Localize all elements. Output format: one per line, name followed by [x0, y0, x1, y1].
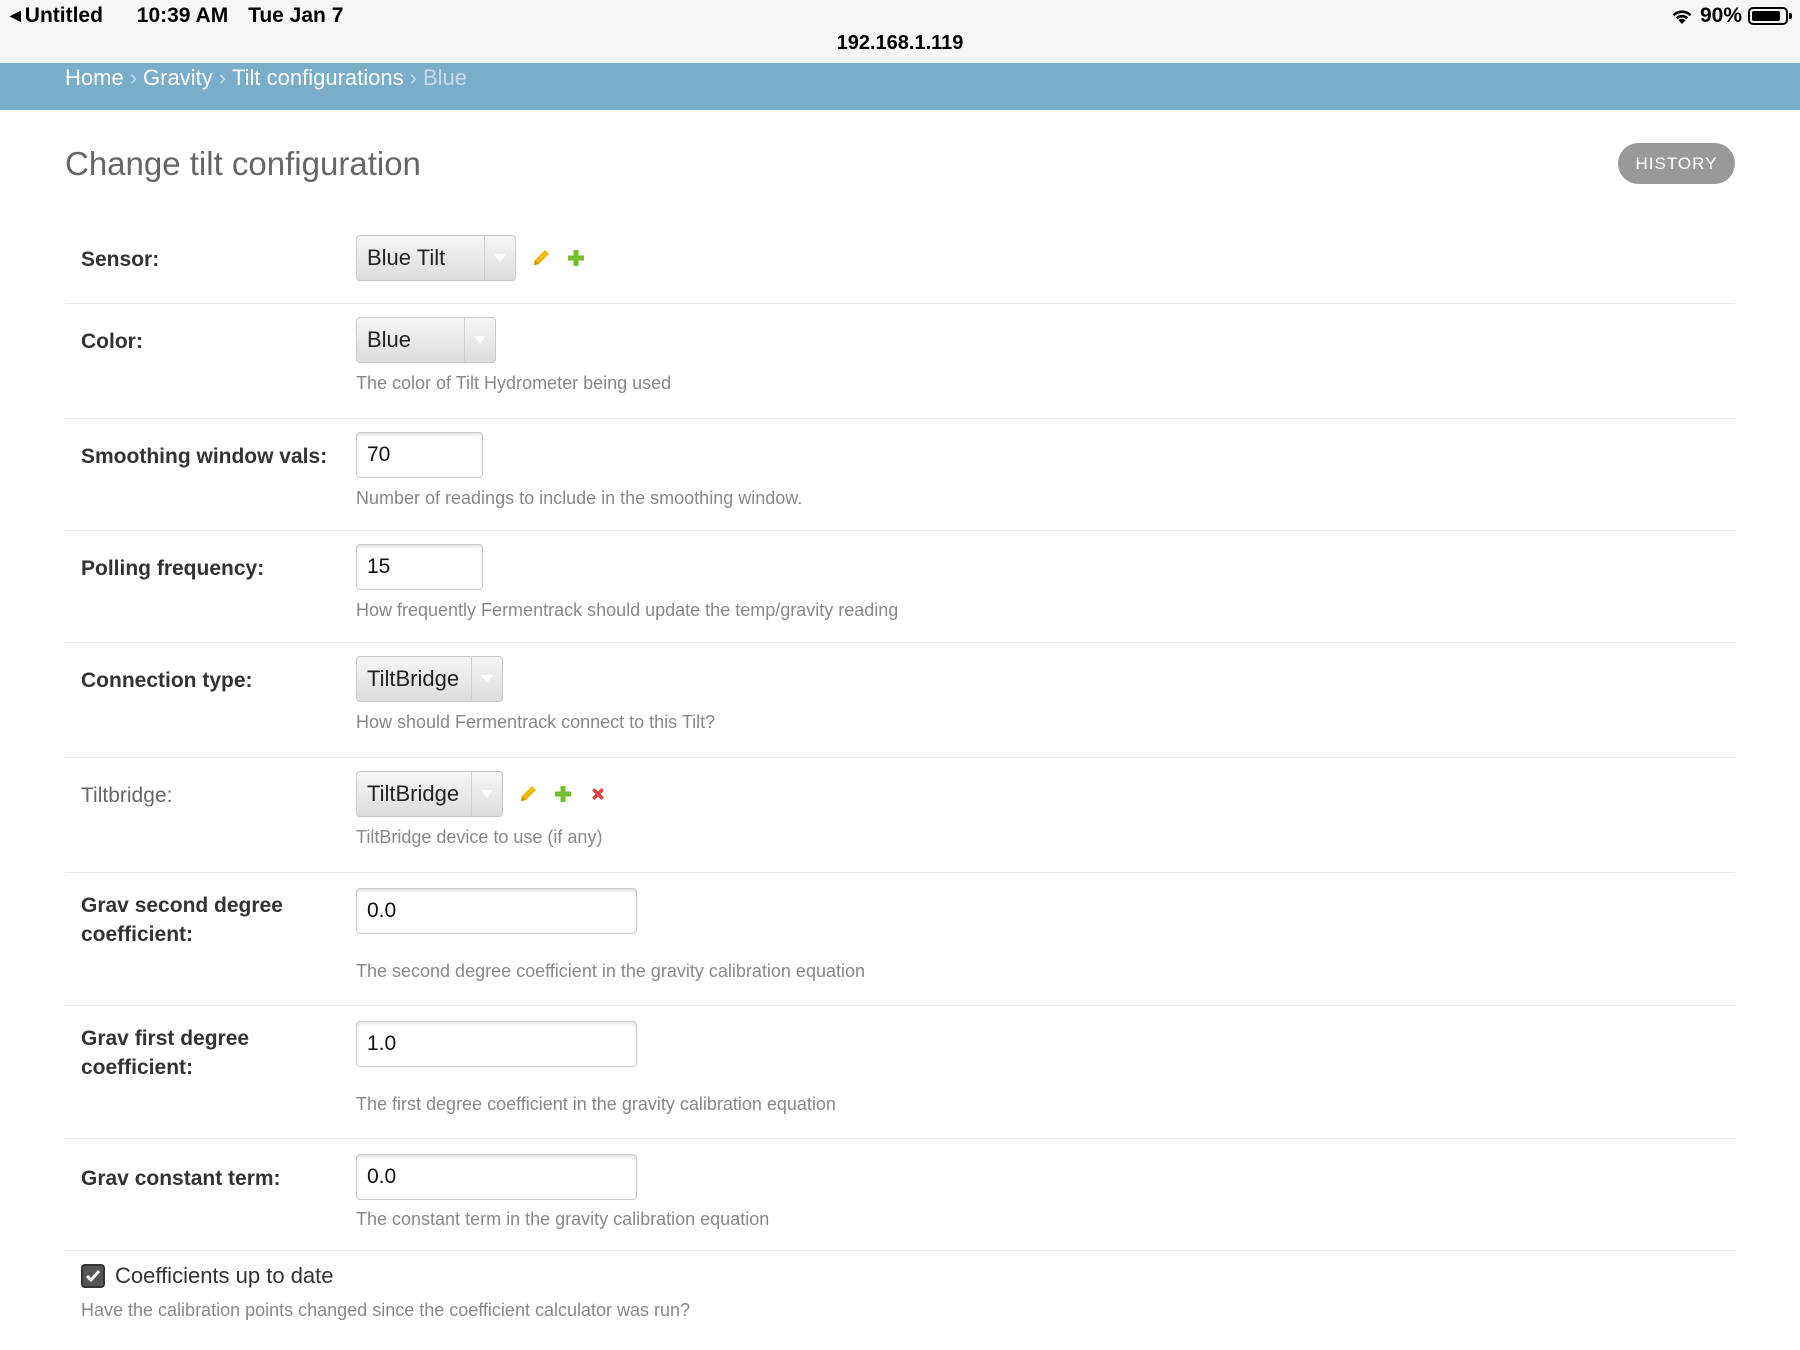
- color-field: Blue The color of Tilt Hydrometer being …: [356, 317, 671, 394]
- checkmark-icon: [85, 1270, 101, 1283]
- status-time: 10:39 AM: [136, 4, 229, 27]
- chevron-down-icon: [481, 675, 493, 683]
- tiltbridge-field: TiltBridge TiltBridge device to use (if …: [356, 771, 617, 848]
- plus-icon[interactable]: [565, 247, 587, 269]
- polling-field: 15 How frequently Fermentrack should upd…: [356, 544, 898, 621]
- history-button[interactable]: HISTORY: [1618, 143, 1735, 184]
- grav-second-label: Grav second degree coefficient:: [81, 891, 283, 949]
- back-app-label: Untitled: [24, 4, 103, 27]
- grav-second-field: 0.0 The second degree coefficient in the…: [356, 888, 865, 982]
- tiltbridge-help: TiltBridge device to use (if any): [356, 827, 603, 847]
- grav-constant-help: The constant term in the gravity calibra…: [356, 1209, 770, 1229]
- chevron-down-icon: [474, 336, 486, 344]
- sensor-actions: [530, 247, 595, 269]
- grav-second-help: The second degree coefficient in the gra…: [356, 961, 865, 981]
- tiltbridge-actions: [517, 783, 617, 805]
- sensor-field: Blue Tilt: [356, 235, 595, 281]
- connection-type-select-value: TiltBridge: [367, 666, 460, 691]
- sensor-select[interactable]: Blue Tilt: [356, 235, 516, 281]
- dropdown-box: [471, 657, 502, 701]
- form-row-smoothing: Smoothing window vals: 70 Number of read…: [65, 419, 1735, 531]
- grav-second-label-line2: coefficient:: [81, 923, 194, 946]
- smoothing-input[interactable]: 70: [356, 432, 483, 478]
- form-row-color: Color: Blue The color of Tilt Hydrometer…: [65, 304, 1735, 419]
- color-help: The color of Tilt Hydrometer being used: [356, 373, 672, 393]
- grav-second-label-line1: Grav second degree: [81, 894, 283, 917]
- breadcrumb-tilt-configurations[interactable]: Tilt configurations: [232, 65, 404, 90]
- tiltbridge-select-value: TiltBridge: [367, 781, 460, 806]
- dropdown-box: [471, 772, 502, 816]
- status-date: Tue Jan 7: [248, 4, 344, 27]
- breadcrumb-current: Blue: [422, 65, 468, 90]
- smoothing-field: 70 Number of readings to include in the …: [356, 432, 802, 509]
- form-row-connection-type: Connection type: TiltBridge How should F…: [65, 643, 1735, 758]
- grav-first-label: Grav first degree coefficient:: [81, 1024, 249, 1082]
- battery-percent: 90%: [1699, 4, 1742, 27]
- breadcrumb-separator: ›: [218, 65, 227, 90]
- tiltbridge-label: Tiltbridge:: [81, 784, 173, 807]
- grav-first-help: The first degree coefficient in the grav…: [356, 1094, 836, 1114]
- page-title: Change tilt configuration: [65, 145, 421, 182]
- pencil-icon[interactable]: [517, 783, 539, 805]
- connection-type-label: Connection type:: [81, 669, 253, 692]
- polling-input[interactable]: 15: [356, 544, 483, 590]
- plus-icon[interactable]: [552, 783, 574, 805]
- form-row-grav-constant: Grav constant term: 0.0 The constant ter…: [65, 1139, 1735, 1251]
- dropdown-box: [464, 318, 495, 362]
- delete-x-icon[interactable]: [587, 783, 609, 805]
- chevron-down-icon: [481, 790, 493, 798]
- dropdown-box: [484, 236, 515, 280]
- tilt-configuration-form: Sensor: Blue Tilt Color: Blue The color …: [65, 222, 1735, 1341]
- color-select[interactable]: Blue: [356, 317, 496, 363]
- coefficients-label: Coefficients up to date: [115, 1263, 334, 1288]
- back-triangle-icon: ◀: [10, 7, 21, 23]
- grav-first-label-line2: coefficient:: [81, 1056, 194, 1079]
- connection-type-select[interactable]: TiltBridge: [356, 656, 503, 702]
- grav-first-field: 1.0 The first degree coefficient in the …: [356, 1021, 836, 1115]
- coefficients-help: Have the calibration points changed sinc…: [81, 1300, 691, 1320]
- polling-help: How frequently Fermentrack should update…: [356, 600, 899, 620]
- status-bar-left: ◀ Untitled 10:39 AM Tue Jan 7: [10, 4, 357, 28]
- color-label: Color:: [81, 330, 143, 353]
- battery-icon: [1748, 7, 1792, 25]
- sensor-select-value: Blue Tilt: [367, 245, 446, 270]
- form-row-polling: Polling frequency: 15 How frequently Fer…: [65, 531, 1735, 643]
- form-row-coefficients: Coefficients up to date Have the calibra…: [65, 1251, 1735, 1341]
- smoothing-help: Number of readings to include in the smo…: [356, 488, 803, 508]
- coefficients-checkbox-wrap[interactable]: Coefficients up to date: [81, 1263, 334, 1289]
- status-bar: ◀ Untitled 10:39 AM Tue Jan 7 192.168.1.1…: [0, 0, 1800, 63]
- grav-second-input[interactable]: 0.0: [356, 888, 637, 934]
- breadcrumb: Home › Gravity › Tilt configurations › Blue: [0, 63, 1800, 110]
- smoothing-label: Smoothing window vals:: [81, 445, 328, 468]
- back-to-app-button[interactable]: ◀ Untitled: [10, 4, 117, 27]
- form-row-grav-first: Grav first degree coefficient: 1.0 The f…: [65, 1006, 1735, 1139]
- color-select-value: Blue: [367, 327, 412, 352]
- grav-first-label-line1: Grav first degree: [81, 1027, 250, 1050]
- connection-type-help: How should Fermentrack connect to this T…: [356, 712, 716, 732]
- grav-constant-label: Grav constant term:: [81, 1167, 281, 1190]
- pencil-icon[interactable]: [530, 247, 552, 269]
- breadcrumb-separator: ›: [129, 65, 138, 90]
- chevron-down-icon: [494, 254, 506, 262]
- grav-constant-field: 0.0 The constant term in the gravity cal…: [356, 1154, 769, 1230]
- form-row-sensor: Sensor: Blue Tilt: [65, 222, 1735, 304]
- status-bar-right: 90%: [1670, 4, 1792, 28]
- grav-constant-input[interactable]: 0.0: [356, 1154, 637, 1200]
- breadcrumb-gravity[interactable]: Gravity: [143, 65, 213, 90]
- breadcrumb-home[interactable]: Home: [65, 65, 124, 90]
- form-row-tiltbridge: Tiltbridge: TiltBridge TiltBridge device…: [65, 758, 1735, 873]
- url-label[interactable]: 192.168.1.119: [0, 32, 1800, 55]
- breadcrumb-separator: ›: [409, 65, 417, 90]
- form-row-grav-second: Grav second degree coefficient: 0.0 The …: [65, 873, 1735, 1006]
- grav-first-input[interactable]: 1.0: [356, 1021, 637, 1067]
- coefficients-checkbox[interactable]: [81, 1264, 105, 1288]
- tiltbridge-select[interactable]: TiltBridge: [356, 771, 503, 817]
- sensor-label: Sensor:: [81, 248, 160, 271]
- wifi-icon: [1672, 10, 1692, 24]
- connection-type-field: TiltBridge How should Fermentrack connec…: [356, 656, 715, 733]
- polling-label: Polling frequency:: [81, 557, 265, 580]
